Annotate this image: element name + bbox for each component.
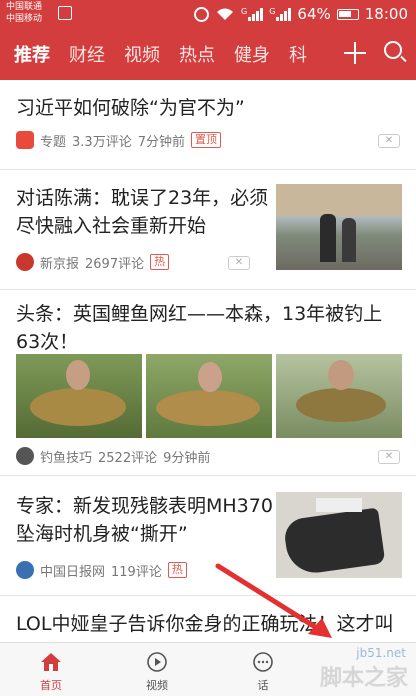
signal-icon-2: G xyxy=(269,7,292,21)
channel-bar: 推荐 财经 视频 热点 健身 科 xyxy=(0,28,416,80)
battery-icon xyxy=(336,8,359,20)
news-source: 专题 xyxy=(40,134,67,150)
news-item[interactable]: 对话陈满：耽误了23年，必须尽快融入社会重新开始 新京报 2697评论 热 ✕ xyxy=(0,170,416,290)
news-comments: 2697评论 xyxy=(85,256,145,272)
tab-fitness[interactable]: 健身 xyxy=(234,41,270,67)
news-title[interactable]: 头条：英国鲤鱼网红——本森，13年被钓上63次！ xyxy=(16,300,400,356)
clock: 18:00 xyxy=(364,5,408,23)
news-item[interactable]: 专家：新发现残骸表明MH370坠海时机身被“撕开” 中国日报网 119评论 热 xyxy=(0,476,416,596)
tab-tech[interactable]: 科 xyxy=(289,41,307,67)
fish-shape xyxy=(156,390,260,426)
fish-shape xyxy=(296,388,386,422)
news-title[interactable]: 习近平如何破除“为官不为” xyxy=(16,94,400,122)
home-icon xyxy=(41,653,61,671)
wifi-icon xyxy=(217,8,234,20)
app-screen: 中国联通 中国移动 G G 64% 18:00 推荐 财经 视频 热点 健身 科… xyxy=(0,0,416,696)
tab-video[interactable]: 视频 xyxy=(124,41,160,67)
news-title[interactable]: 对话陈满：耽误了23年，必须尽快融入社会重新开始 xyxy=(16,184,278,240)
alarm-icon xyxy=(194,6,210,22)
search-icon[interactable] xyxy=(384,41,402,59)
signal-2-label: G xyxy=(269,7,276,16)
dismiss-button[interactable]: ✕ xyxy=(378,134,400,148)
person-figure xyxy=(342,218,356,262)
news-comments: 2522评论 xyxy=(98,450,158,466)
play-icon xyxy=(147,652,167,672)
news-thumbnail[interactable] xyxy=(276,354,402,438)
chinadaily-logo-icon xyxy=(16,561,34,579)
news-item[interactable]: LOL中娅皇子告诉你金身的正确玩法！这才叫游戏 xyxy=(0,596,416,646)
nav-video-label: 视频 xyxy=(146,679,168,692)
toutiao-logo-icon xyxy=(16,131,34,149)
nav-home[interactable]: 首页 xyxy=(16,643,86,696)
person-figure xyxy=(328,360,354,390)
news-meta: 中国日报网 119评论 热 xyxy=(16,560,187,580)
news-meta: 新京报 2697评论 热 xyxy=(16,252,170,272)
carrier-1: 中国联通 xyxy=(6,2,43,12)
news-title[interactable]: 专家：新发现残骸表明MH370坠海时机身被“撕开” xyxy=(16,492,278,548)
nav-home-label: 首页 xyxy=(40,679,62,692)
watermark: jb51.net 脚本之家 xyxy=(319,646,408,692)
channel-tabs: 推荐 财经 视频 热点 健身 科 xyxy=(14,28,350,80)
pinned-badge: 置顶 xyxy=(190,132,221,148)
tab-finance[interactable]: 财经 xyxy=(69,41,105,67)
signal-icon-1: G xyxy=(241,7,264,21)
watermark-text: 脚本之家 xyxy=(319,666,408,691)
person-figure xyxy=(198,362,222,392)
nav-topic-label: 话 xyxy=(257,679,269,692)
battery-percent: 64% xyxy=(297,5,331,23)
news-item[interactable]: 习近平如何破除“为官不为” 专题 3.3万评论 7分钟前 置顶 ✕ xyxy=(0,80,416,170)
debris-shape xyxy=(316,498,362,512)
news-item[interactable]: 头条：英国鲤鱼网红——本森，13年被钓上63次！ 钓鱼技巧 2522评论 9分钟… xyxy=(0,290,416,476)
person-figure xyxy=(66,360,90,390)
dismiss-button[interactable]: ✕ xyxy=(378,450,400,464)
news-source: 新京报 xyxy=(40,256,80,272)
watermark-url: jb51.net xyxy=(356,646,406,660)
sim-icon xyxy=(58,6,72,20)
news-comments: 119评论 xyxy=(111,564,162,580)
nav-topic[interactable]: 话 xyxy=(228,643,298,696)
annotation-arrow-icon xyxy=(215,563,332,638)
add-channel-icon[interactable] xyxy=(342,40,368,66)
building-shape xyxy=(276,184,402,216)
news-source: 钓鱼技巧 xyxy=(40,450,93,466)
hot-badge: 热 xyxy=(150,254,170,270)
person-figure xyxy=(320,214,336,262)
signal-1-label: G xyxy=(241,7,248,16)
tab-hot[interactable]: 热点 xyxy=(179,41,215,67)
status-icons: G G 64% 18:00 xyxy=(194,4,408,24)
news-source: 中国日报网 xyxy=(40,564,106,580)
nav-video[interactable]: 视频 xyxy=(122,643,192,696)
xinjingbao-logo-icon xyxy=(16,253,34,271)
news-thumbnail[interactable] xyxy=(16,354,142,438)
news-thumbnail[interactable] xyxy=(146,354,272,438)
dismiss-button[interactable]: ✕ xyxy=(228,256,250,270)
hot-badge: 热 xyxy=(167,562,187,578)
news-comments: 3.3万评论 xyxy=(72,134,132,150)
chat-icon xyxy=(253,652,273,672)
fish-shape xyxy=(30,388,126,426)
fishing-logo-icon xyxy=(16,447,34,465)
carrier-2: 中国移动 xyxy=(6,14,43,24)
tab-recommend[interactable]: 推荐 xyxy=(14,41,50,67)
news-time: 7分钟前 xyxy=(137,134,185,150)
status-bar: 中国联通 中国移动 G G 64% 18:00 xyxy=(0,0,416,28)
news-meta: 钓鱼技巧 2522评论 9分钟前 xyxy=(16,446,210,466)
news-meta: 专题 3.3万评论 7分钟前 置顶 xyxy=(16,130,221,150)
carrier-info: 中国联通 中国移动 xyxy=(6,1,42,25)
news-thumbnail[interactable] xyxy=(276,184,402,270)
news-time: 9分钟前 xyxy=(163,450,211,466)
